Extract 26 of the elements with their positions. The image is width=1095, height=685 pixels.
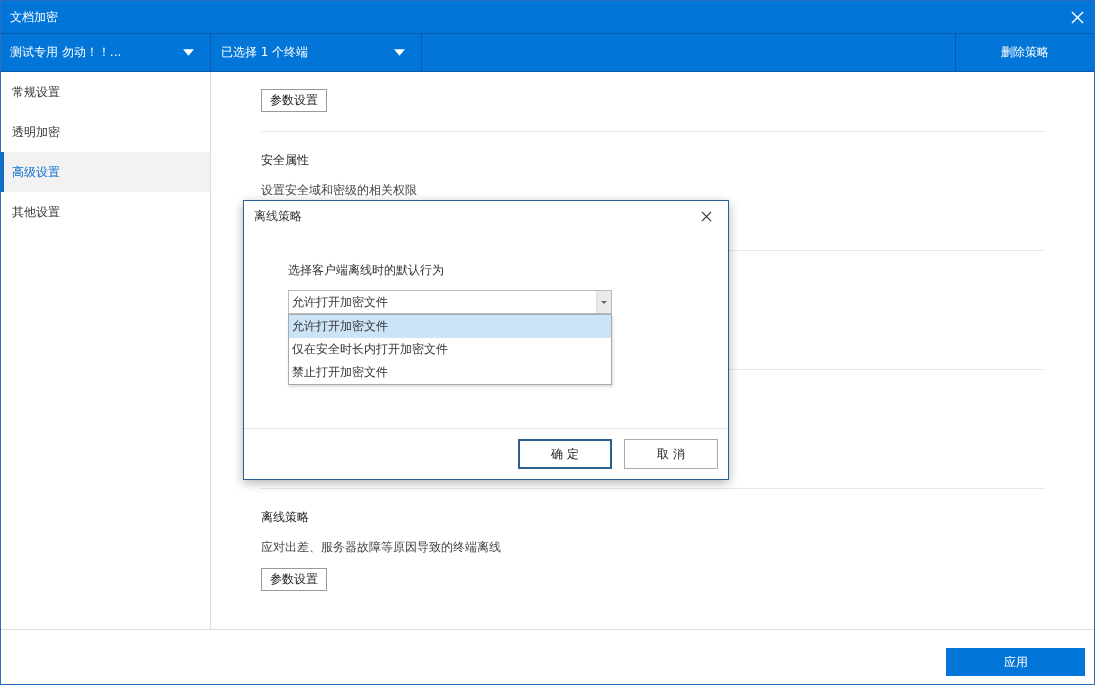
window-title: 文档加密 bbox=[10, 8, 58, 26]
settings-button[interactable]: 参数设置 bbox=[261, 568, 327, 591]
sidebar-item[interactable]: 透明加密 bbox=[1, 112, 210, 152]
section-title: 安全属性 bbox=[261, 152, 309, 169]
section-title: 离线策略 bbox=[261, 509, 309, 526]
terminal-dropdown[interactable]: 已选择 1 个终端 bbox=[211, 34, 422, 71]
caret-icon bbox=[394, 49, 405, 56]
apply-button[interactable]: 应用 bbox=[946, 648, 1085, 676]
policy-dropdown[interactable]: 测试专用 勿动！！... bbox=[1, 34, 211, 71]
caret-icon bbox=[601, 300, 607, 304]
section-description: 设置安全域和密级的相关权限 bbox=[261, 182, 417, 199]
dropdown-option[interactable]: 仅在安全时长内打开加密文件 bbox=[289, 338, 611, 361]
sidebar-item[interactable]: 其他设置 bbox=[1, 192, 210, 232]
sidebar-item[interactable]: 高级设置 bbox=[1, 152, 210, 192]
section-description: 应对出差、服务器故障等原因导致的终端离线 bbox=[261, 539, 501, 556]
sidebar-item[interactable]: 常规设置 bbox=[1, 72, 210, 112]
behavior-select[interactable]: 允许打开加密文件 bbox=[288, 290, 612, 314]
settings-button[interactable]: 参数设置 bbox=[261, 89, 327, 112]
dialog-title: 离线策略 bbox=[254, 207, 302, 225]
cancel-button[interactable]: 取 消 bbox=[624, 439, 718, 469]
close-icon[interactable] bbox=[701, 210, 712, 222]
dropdown-option[interactable]: 允许打开加密文件 bbox=[289, 315, 611, 338]
prompt-text: 选择客户端离线时的默认行为 bbox=[288, 262, 444, 279]
caret-icon bbox=[183, 49, 194, 56]
ok-button[interactable]: 确 定 bbox=[518, 439, 612, 469]
dropdown-option[interactable]: 禁止打开加密文件 bbox=[289, 361, 611, 384]
